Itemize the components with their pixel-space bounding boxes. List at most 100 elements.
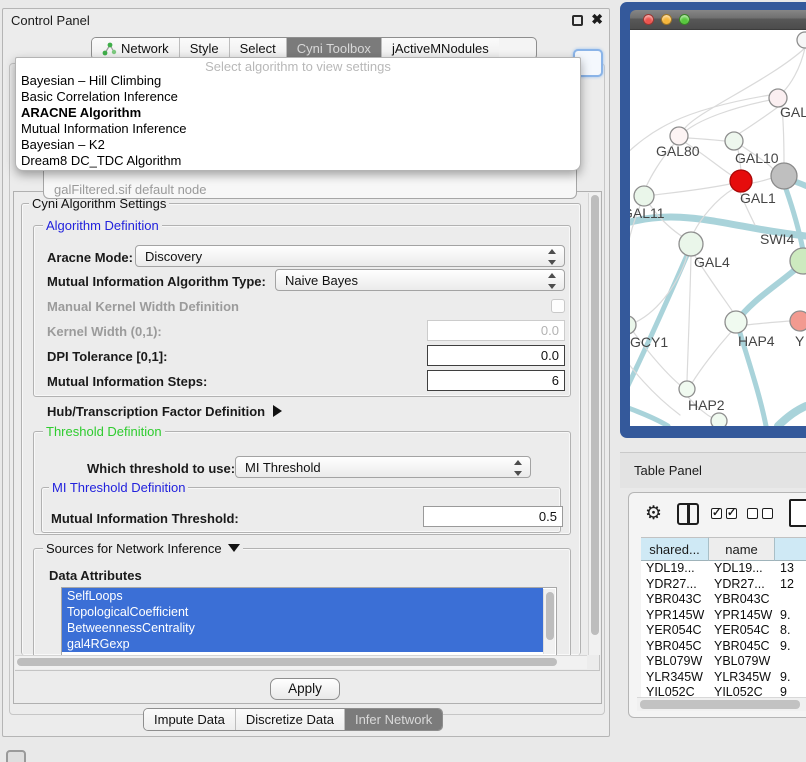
table-cell[interactable]: YDR27... [641,577,709,593]
new-table-icon[interactable] [789,499,806,527]
table-row[interactable]: YBR045CYBR045C9. [641,639,806,655]
table-cell[interactable]: YPR145W [709,608,775,624]
gear-icon[interactable]: ⚙ [645,502,662,525]
network-edge[interactable] [687,256,691,381]
float-window-icon[interactable] [572,15,583,26]
table-cell[interactable] [775,654,806,670]
menu-item[interactable]: Mutual Information Inference [16,121,580,137]
tab-discretize-data[interactable]: Discretize Data [235,709,344,730]
network-canvas[interactable]: GALGAL80GAL10GAL1GAL11SWI4GAL4HAP4YGCY1H… [630,30,806,426]
columns-icon[interactable] [677,503,699,525]
network-window-titlebar[interactable] [630,10,806,30]
minimized-panel-chip[interactable] [6,750,26,762]
network-edge-highlighted[interactable] [778,406,806,426]
network-edge-highlighted[interactable] [630,405,668,426]
table-cell[interactable]: 8. [775,623,806,639]
network-node-node-bottom[interactable] [711,413,727,426]
network-edge[interactable] [654,184,730,195]
group-title-sources[interactable]: Sources for Network Inference [43,541,243,556]
table-cell[interactable]: YBR045C [709,639,775,655]
network-edge[interactable] [752,178,772,183]
network-node-salmon-node[interactable] [790,311,806,331]
network-node-gal11[interactable] [634,186,654,206]
tab-network[interactable]: Network [92,38,179,59]
settings-vertical-scrollbar[interactable] [588,193,600,655]
table-cell[interactable] [775,592,806,608]
minimize-traffic-light[interactable] [661,14,672,25]
tab-select[interactable]: Select [229,38,286,59]
column-header[interactable]: shared... [641,537,709,561]
aracne-mode-combo[interactable]: Discovery [135,245,565,267]
table-cell[interactable]: 9. [775,608,806,624]
zoom-traffic-light[interactable] [679,14,690,25]
table-cell[interactable]: YER054C [641,623,709,639]
table-cell[interactable]: YLR345W [709,670,775,686]
network-edge[interactable] [687,100,770,130]
deselect-all-icon[interactable] [747,508,773,519]
table-cell[interactable]: YBR043C [641,592,709,608]
table-cell[interactable]: YBR045C [641,639,709,655]
which-threshold-combo[interactable]: MI Threshold [235,456,531,478]
table-cell[interactable]: 12 [775,577,806,593]
table-row[interactable]: YPR145WYPR145W9. [641,608,806,624]
select-all-icon[interactable] [711,508,737,519]
network-node-hap4[interactable] [725,311,747,333]
table-cell[interactable]: YBL079W [641,654,709,670]
mi-steps-field[interactable]: 6 [427,370,565,391]
tab-style[interactable]: Style [179,38,229,59]
tab-infer-network[interactable]: Infer Network [344,709,442,730]
apply-button[interactable]: Apply [270,678,340,700]
table-cell[interactable]: YDL19... [641,561,709,577]
settings-horizontal-scrollbar[interactable] [15,655,587,669]
network-node-gray-node[interactable] [771,163,797,189]
table-row[interactable]: YDR27...YDR27...12 [641,577,806,593]
dpi-tolerance-field[interactable]: 0.0 [427,345,565,366]
menu-item[interactable]: ARACNE Algorithm [16,105,580,121]
network-edge[interactable] [783,48,805,92]
network-edge[interactable] [688,138,725,141]
network-edge[interactable] [746,321,790,325]
table-cell[interactable]: YDR27... [709,577,775,593]
tab-jactivemnodules[interactable]: jActiveMNodules [381,38,499,59]
table-cell[interactable]: 9. [775,670,806,686]
network-node-hap2[interactable] [679,381,695,397]
column-header[interactable]: A [775,537,806,561]
table-cell[interactable]: YLR345W [641,670,709,686]
table-row[interactable]: YBR043CYBR043C [641,592,806,608]
mi-threshold-field[interactable]: 0.5 [423,506,563,527]
table-row[interactable]: YBL079WYBL079W [641,654,806,670]
network-node-gal1[interactable] [730,170,752,192]
column-header[interactable]: name [709,537,775,561]
network-edge-highlighted[interactable] [737,263,803,321]
network-node-gal4[interactable] [679,232,703,256]
table-cell[interactable]: YDL19... [709,561,775,577]
table-cell[interactable]: YPR145W [641,608,709,624]
attribute-item[interactable]: BetweennessCentrality [62,620,543,636]
table-cell[interactable]: YBR043C [709,592,775,608]
table-horizontal-scrollbar[interactable] [637,697,806,711]
table-cell[interactable]: YER054C [709,623,775,639]
table-row[interactable]: YDL19...YDL19...13 [641,561,806,577]
tab-cyni-toolbox[interactable]: Cyni Toolbox [286,38,381,59]
table-cell[interactable]: 9. [775,639,806,655]
menu-item[interactable]: Basic Correlation Inference [16,89,580,105]
network-node-node-top[interactable] [797,32,806,48]
attribute-item[interactable]: SelfLoops [62,588,543,604]
attribute-item[interactable]: TopologicalCoefficient [62,604,543,620]
attribute-item[interactable]: gal4RGexp [62,636,543,652]
table-row[interactable]: YER054CYER054C8. [641,623,806,639]
network-edge[interactable] [740,107,778,133]
menu-item[interactable]: Bayesian – K2 [16,137,580,153]
tab-impute-data[interactable]: Impute Data [144,709,235,730]
menu-item[interactable]: Bayesian – Hill Climbing [16,73,580,89]
close-icon[interactable]: ✖ [591,11,603,28]
network-edge[interactable] [692,332,731,383]
table-cell[interactable]: 13 [775,561,806,577]
mi-type-combo[interactable]: Naive Bayes [275,269,565,291]
menu-item[interactable]: Dream8 DC_TDC Algorithm [16,153,580,169]
hub-definition-toggle[interactable]: Hub/Transcription Factor Definition [47,404,282,419]
close-traffic-light[interactable] [643,14,654,25]
list-scrollbar[interactable] [543,589,555,654]
network-node-gcy1[interactable] [630,316,636,334]
network-node-gal10[interactable] [725,132,743,150]
